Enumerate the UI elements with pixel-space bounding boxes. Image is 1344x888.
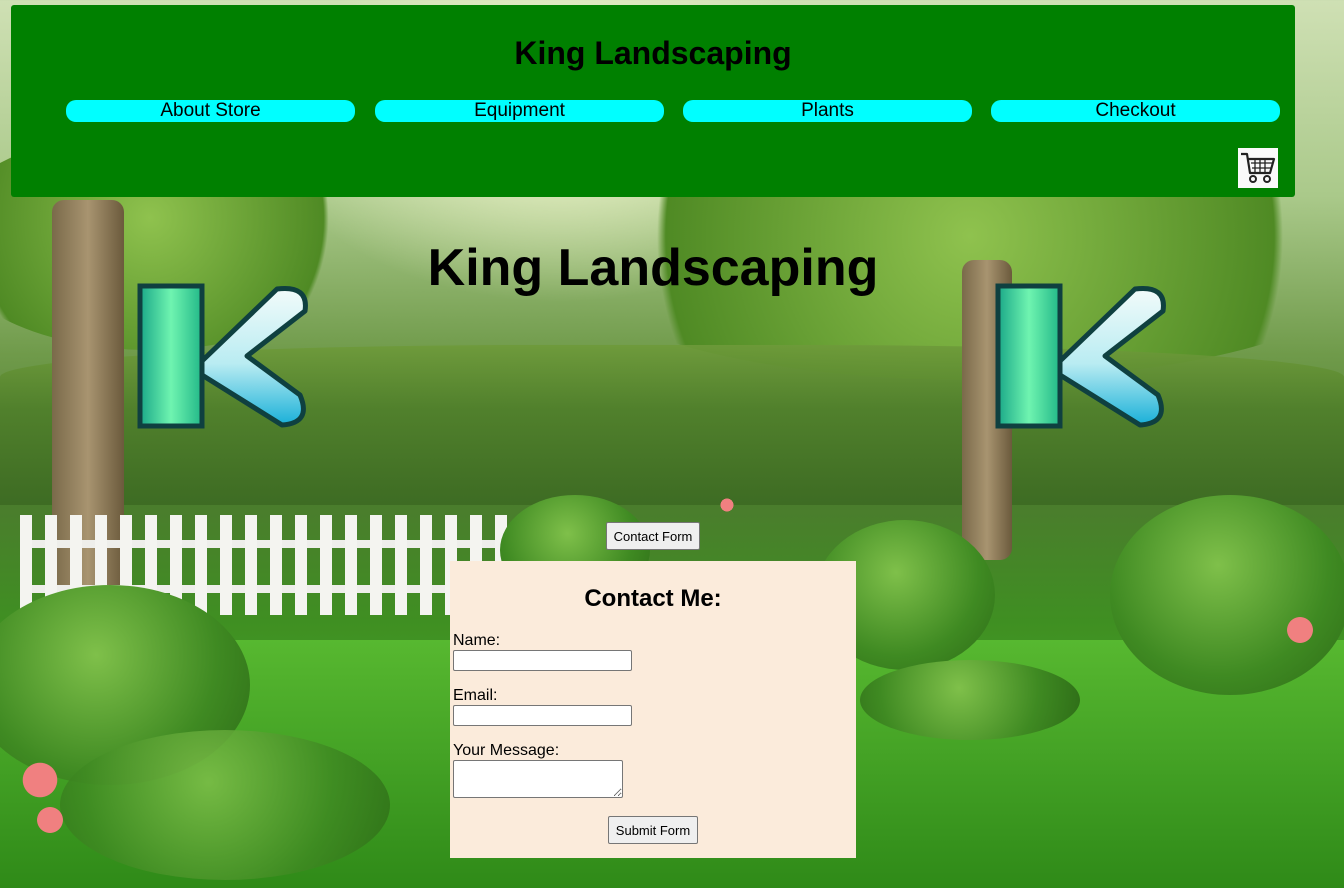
nav-about-store-button[interactable]: About Store <box>66 100 355 122</box>
name-field[interactable] <box>453 650 632 671</box>
message-textarea[interactable] <box>453 760 623 798</box>
header-title: King Landscaping <box>514 35 792 71</box>
k-logo-icon <box>137 283 312 429</box>
contact-form-panel: Contact Me: Name: Email: Your Message: S… <box>450 561 856 858</box>
contact-form-heading: Contact Me: <box>584 585 722 612</box>
nav-equipment-button[interactable]: Equipment <box>375 100 664 122</box>
contact-form-toggle-button[interactable]: Contact Form <box>606 522 700 550</box>
submit-form-button[interactable]: Submit Form <box>608 816 698 844</box>
email-field[interactable] <box>453 705 632 726</box>
shopping-cart-icon[interactable] <box>1238 148 1278 188</box>
email-label: Email: <box>453 687 498 704</box>
site-header: King Landscaping About Store Equipment P… <box>11 5 1295 197</box>
message-label: Your Message: <box>453 742 560 759</box>
name-label: Name: <box>453 632 501 649</box>
k-logo-icon <box>995 283 1170 429</box>
nav-plants-button[interactable]: Plants <box>683 100 972 122</box>
nav-checkout-button[interactable]: Checkout <box>991 100 1280 122</box>
